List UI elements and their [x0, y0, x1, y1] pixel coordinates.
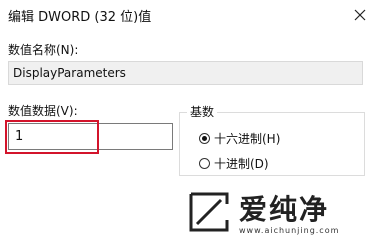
watermark: 爱纯净 www.aichunjing.com [181, 186, 371, 242]
value-data-label: 数值数据(V): [8, 104, 78, 118]
close-icon [354, 9, 366, 21]
radio-hexadecimal[interactable]: 十六进制(H) [199, 130, 280, 147]
watermark-url: www.aichunjing.com [239, 226, 340, 235]
value-data-highlight-box [5, 120, 99, 154]
base-legend: 基数 [187, 103, 218, 120]
title-bar: 编辑 DWORD (32 位)值 [0, 0, 377, 30]
edit-dword-dialog: 编辑 DWORD (32 位)值 数值名称(N): DisplayParamet… [0, 0, 377, 244]
radio-decimal-label: 十进制(D) [214, 157, 269, 171]
watermark-brand: 爱纯净 [239, 193, 330, 226]
radio-hexadecimal-circle[interactable] [199, 133, 210, 144]
value-name-field: DisplayParameters [8, 61, 363, 85]
radio-decimal[interactable]: 十进制(D) [199, 155, 269, 172]
value-name-label: 数值名称(N): [8, 43, 79, 57]
dialog-title: 编辑 DWORD (32 位)值 [8, 10, 152, 25]
slash-logo-icon [189, 192, 229, 232]
radio-hexadecimal-label: 十六进制(H) [214, 132, 281, 146]
radio-selected-dot [202, 136, 207, 141]
radio-decimal-circle[interactable] [199, 158, 210, 169]
close-button[interactable] [343, 0, 377, 30]
